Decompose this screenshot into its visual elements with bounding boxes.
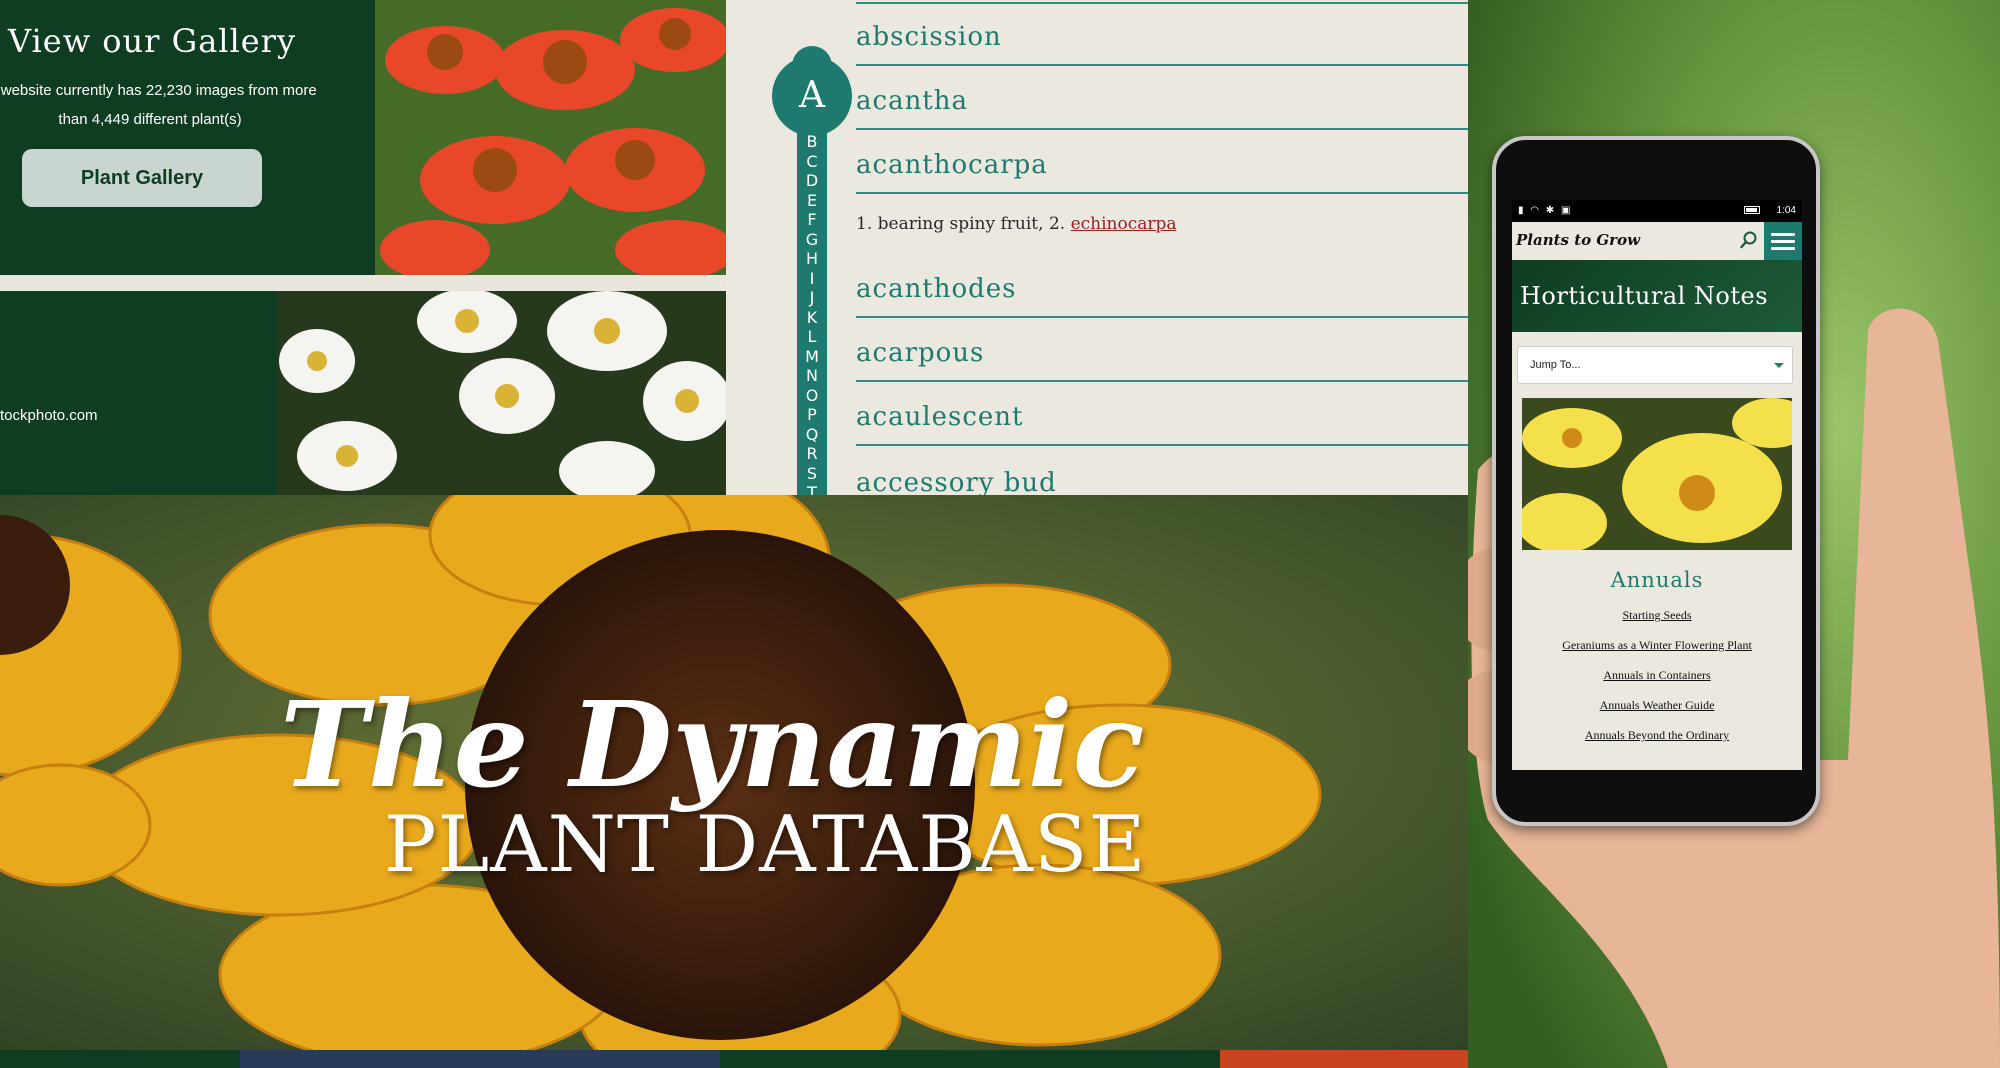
status-icons: ▮ ◠ ✱ ▣ [1518, 205, 1573, 216]
glossary-term[interactable]: acaulescent [856, 402, 1024, 432]
alphabet-letter[interactable]: J [810, 288, 815, 308]
page-heading: Horticultural Notes [1520, 282, 1769, 310]
site-logo[interactable]: Plants to Grow [1516, 231, 1640, 249]
smartphone: ▮ ◠ ✱ ▣ 1:04 Plants to Grow Horticultura… [1492, 136, 1820, 826]
status-bar: ▮ ◠ ✱ ▣ 1:04 [1512, 200, 1802, 222]
definition-link[interactable]: echinocarpa [1071, 214, 1177, 234]
alphabet-letter[interactable]: S [807, 464, 817, 484]
plant-gallery-button[interactable]: Plant Gallery [22, 149, 262, 207]
hero-banner: The Dynamic PLANT DATABASE [0, 495, 1468, 1050]
glossary-term[interactable]: abscission [856, 22, 1002, 52]
section-link-list: Starting Seeds Geraniums as a Winter Flo… [1512, 600, 1802, 750]
glossary-term[interactable]: acanthocarpa [856, 150, 1048, 180]
section-link[interactable]: Annuals Weather Guide [1512, 690, 1802, 720]
section-divider [0, 275, 726, 291]
gallery-description: ur website currently has 22,230 images f… [0, 82, 317, 128]
hero-subtitle: PLANT DATABASE [384, 800, 1147, 890]
glossary-row[interactable]: acanthocarpa [856, 130, 1468, 194]
definition-text: 1. bearing spiny fruit, 2. [856, 214, 1071, 234]
phone-scene: ▮ ◠ ✱ ▣ 1:04 Plants to Grow Horticultura… [1468, 0, 2000, 1068]
glossary-row[interactable]: acanthodes [856, 254, 1468, 318]
alphabet-letter[interactable]: Q [806, 425, 819, 445]
hamburger-menu-icon[interactable] [1764, 222, 1802, 260]
alphabet-letter[interactable]: B [807, 132, 818, 152]
glossary-row[interactable]: acarpous [856, 318, 1468, 382]
bottom-strip [0, 1050, 1468, 1068]
alphabet-letter[interactable]: R [806, 444, 817, 464]
glossary-panel: A B C D E F G H I J K L M N O P Q R S T … [726, 0, 1468, 495]
current-letter[interactable]: A [772, 56, 852, 136]
jump-to-select[interactable]: Jump To... [1517, 346, 1793, 384]
glossary-definition: 1. bearing spiny fruit, 2. echinocarpa [856, 214, 1177, 234]
photo-credit: tockphoto.com [0, 407, 98, 424]
alphabet-letter[interactable]: D [806, 171, 818, 191]
hero-script-title: The Dynamic [280, 675, 1145, 814]
alphabet-letter[interactable]: T [807, 483, 817, 495]
alphabet-letters: B C D E F G H I J K L M N O P Q R S T [797, 132, 827, 495]
alphabet-letter[interactable]: E [807, 191, 817, 211]
alphabet-letter[interactable]: O [806, 386, 819, 406]
section-title: Annuals [1610, 568, 1704, 592]
alphabet-letter[interactable]: M [805, 347, 819, 367]
alphabet-letter[interactable]: G [806, 230, 818, 250]
section-link[interactable]: Geraniums as a Winter Flowering Plant [1512, 630, 1802, 660]
search-icon[interactable] [1740, 231, 1758, 249]
glossary-term[interactable]: acarpous [856, 338, 984, 368]
alphabet-letter[interactable]: H [806, 249, 818, 269]
glossary-row[interactable]: accessory bud [856, 446, 1468, 495]
battery-icon [1744, 206, 1760, 214]
glossary-row[interactable]: acantha [856, 66, 1468, 130]
phone-screen: ▮ ◠ ✱ ▣ 1:04 Plants to Grow Horticultura… [1512, 200, 1802, 770]
alphabet-letter[interactable]: K [807, 308, 818, 328]
jump-to-label: Jump To... [1530, 359, 1581, 371]
glossary-term[interactable]: acanthodes [856, 274, 1017, 304]
alphabet-letter[interactable]: L [808, 327, 817, 347]
anemones-photo [277, 291, 726, 495]
section-link[interactable]: Annuals Beyond the Ordinary [1512, 720, 1802, 750]
alphabet-letter[interactable]: N [806, 366, 818, 386]
status-time: 1:04 [1776, 205, 1796, 216]
alphabet-letter[interactable]: C [806, 152, 817, 172]
glossary-term[interactable]: acantha [856, 86, 968, 116]
coneflowers-photo [375, 0, 726, 275]
gallery-title: View our Gallery [8, 22, 297, 60]
glossary-row[interactable]: abscission [856, 2, 1468, 66]
section-link[interactable]: Starting Seeds [1512, 600, 1802, 630]
app-header: Plants to Grow [1512, 222, 1802, 260]
gallery-panel: View our Gallery ur website currently ha… [0, 0, 375, 275]
chevron-down-icon [1774, 363, 1784, 368]
credit-panel: tockphoto.com [0, 291, 277, 495]
page-banner: Horticultural Notes [1512, 260, 1802, 332]
daisies-photo [1522, 398, 1792, 550]
alphabet-letter[interactable]: I [810, 269, 815, 289]
alphabet-letter[interactable]: F [807, 210, 816, 230]
section-link[interactable]: Annuals in Containers [1512, 660, 1802, 690]
glossary-term[interactable]: accessory bud [856, 468, 1057, 495]
alphabet-letter[interactable]: P [807, 405, 817, 425]
glossary-row[interactable]: acaulescent [856, 382, 1468, 446]
alphabet-index: A B C D E F G H I J K L M N O P Q R S T [772, 46, 852, 495]
